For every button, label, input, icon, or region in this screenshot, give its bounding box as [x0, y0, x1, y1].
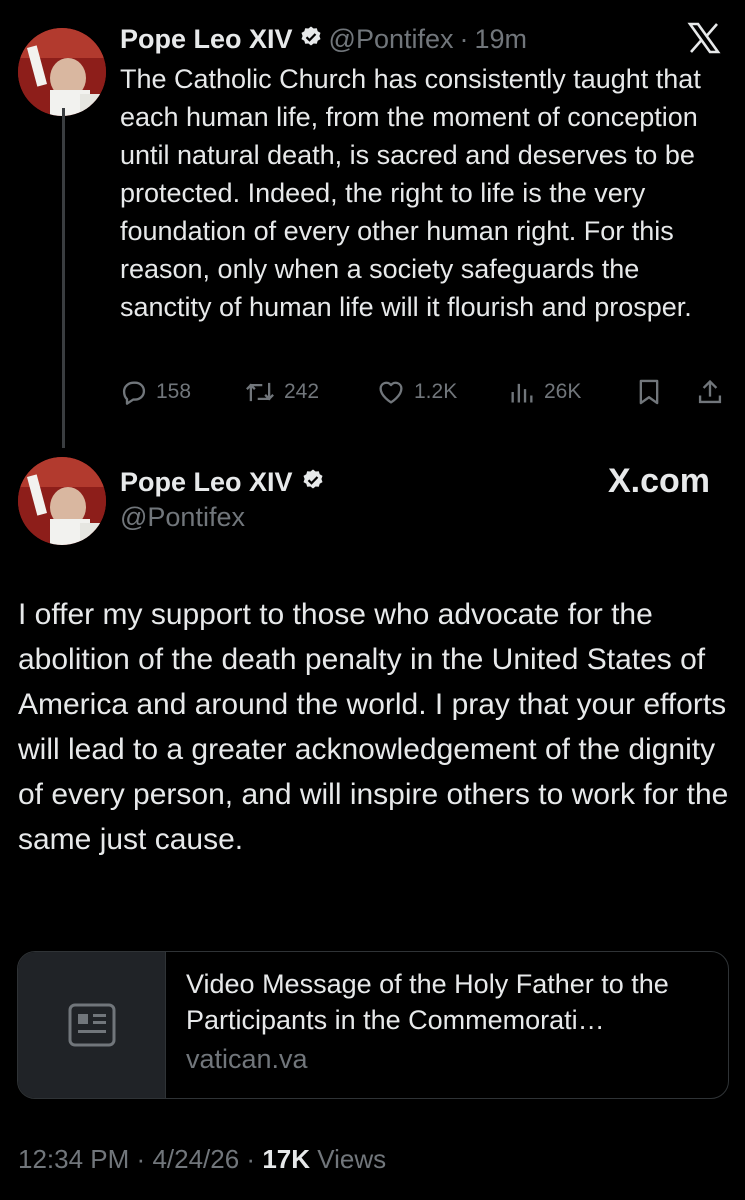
views-label: Views	[317, 1144, 387, 1174]
bookmark-button[interactable]	[636, 375, 662, 409]
author-name[interactable]: Pope Leo XIV	[120, 24, 293, 55]
repost-icon	[246, 382, 274, 402]
reply-button[interactable]: 158	[120, 375, 191, 409]
tweet-text: I offer my support to those who advocate…	[18, 598, 729, 856]
card-thumbnail	[18, 952, 166, 1098]
views-button[interactable]: 26K	[508, 375, 581, 409]
separator: ·	[246, 1144, 256, 1174]
tweet-header: Pope Leo XIV @Pontifex · 19m	[120, 22, 527, 56]
views-count: 26K	[544, 380, 582, 403]
repost-count: 242	[284, 380, 320, 403]
article-icon	[68, 1003, 115, 1047]
views-icon	[511, 383, 533, 403]
bookmark-icon	[639, 379, 659, 405]
share-button[interactable]	[696, 375, 724, 409]
verified-badge-icon	[301, 468, 325, 497]
reply-icon	[122, 381, 146, 405]
tweet-footer: 12:34 PM · 4/24/26 · 17K Views	[18, 1144, 386, 1175]
heart-icon	[379, 381, 403, 404]
card-title: Video Message of the Holy Father to the …	[186, 969, 669, 1035]
tweet-text: The Catholic Church has consistently tau…	[120, 64, 701, 322]
share-icon	[698, 379, 722, 404]
thread-line	[62, 108, 65, 448]
reply-count: 158	[156, 380, 192, 403]
action-bar: 158 242 1.2K 26K	[120, 375, 730, 409]
repost-button[interactable]: 242	[244, 375, 319, 409]
author-name[interactable]: Pope Leo XIV	[120, 467, 293, 498]
separator: ·	[136, 1144, 146, 1174]
tweet-header: Pope Leo XIV	[120, 464, 325, 500]
separator: ·	[459, 23, 469, 54]
link-card[interactable]: Video Message of the Holy Father to the …	[17, 951, 729, 1099]
card-domain: vatican.va	[186, 1044, 308, 1074]
timestamp[interactable]: 19m	[475, 24, 528, 55]
brand-label: X.com	[607, 462, 710, 500]
like-count: 1.2K	[414, 380, 458, 403]
author-handle[interactable]: @Pontifex	[329, 24, 454, 55]
verified-badge-icon	[299, 25, 323, 54]
tweet-date[interactable]: 4/24/26	[152, 1144, 239, 1174]
tweet-time[interactable]: 12:34 PM	[18, 1144, 129, 1174]
views-total: 17K	[262, 1144, 311, 1174]
like-button[interactable]: 1.2K	[376, 375, 457, 409]
author-handle[interactable]: @Pontifex	[120, 502, 245, 533]
x-logo-icon[interactable]	[686, 20, 722, 56]
avatar[interactable]	[18, 457, 106, 545]
avatar[interactable]	[18, 28, 106, 116]
